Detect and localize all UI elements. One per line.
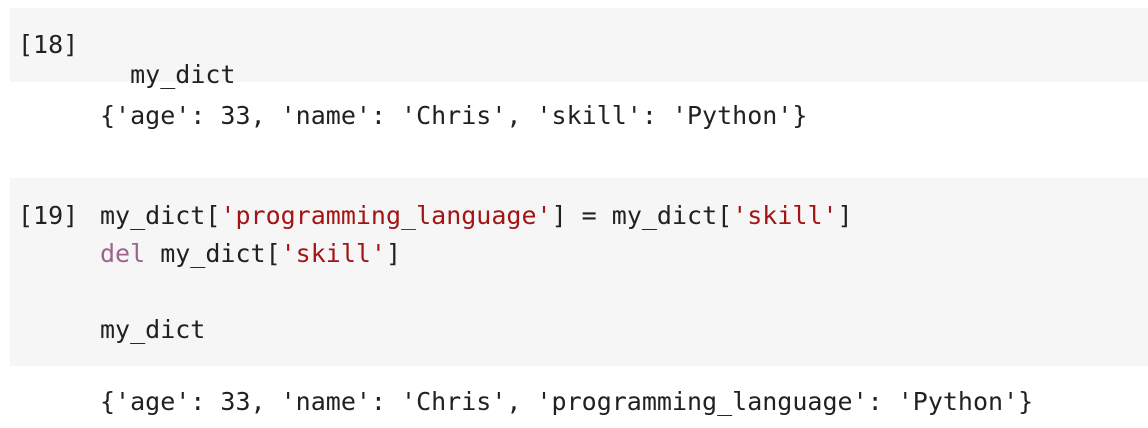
execution-count-19: [19] (18, 201, 79, 230)
code-line[interactable]: my_dict['programming_language'] = my_dic… (100, 201, 853, 231)
code-token: ] (837, 201, 853, 230)
code-token: ] = my_dict[ (551, 201, 733, 230)
code-token-keyword: del (100, 239, 146, 268)
code-token: my_dict[ (100, 201, 221, 230)
code-line[interactable]: my_dict (100, 30, 235, 89)
execution-count-18: [18] (18, 30, 79, 59)
code-token: my_dict (130, 60, 236, 89)
code-token: my_dict[ (145, 239, 281, 268)
code-token-string: 'skill' (280, 239, 386, 268)
code-line[interactable]: my_dict (100, 315, 205, 345)
code-token-string: 'programming_language' (220, 201, 552, 230)
code-line[interactable]: del my_dict['skill'] (100, 239, 401, 269)
cell-output-19: {'age': 33, 'name': 'Chris', 'programmin… (100, 387, 1034, 416)
code-token-string: 'skill' (732, 201, 838, 230)
code-token: ] (385, 239, 402, 268)
code-token: my_dict (100, 315, 206, 344)
cell-output-18: {'age': 33, 'name': 'Chris', 'skill': 'P… (100, 101, 808, 130)
